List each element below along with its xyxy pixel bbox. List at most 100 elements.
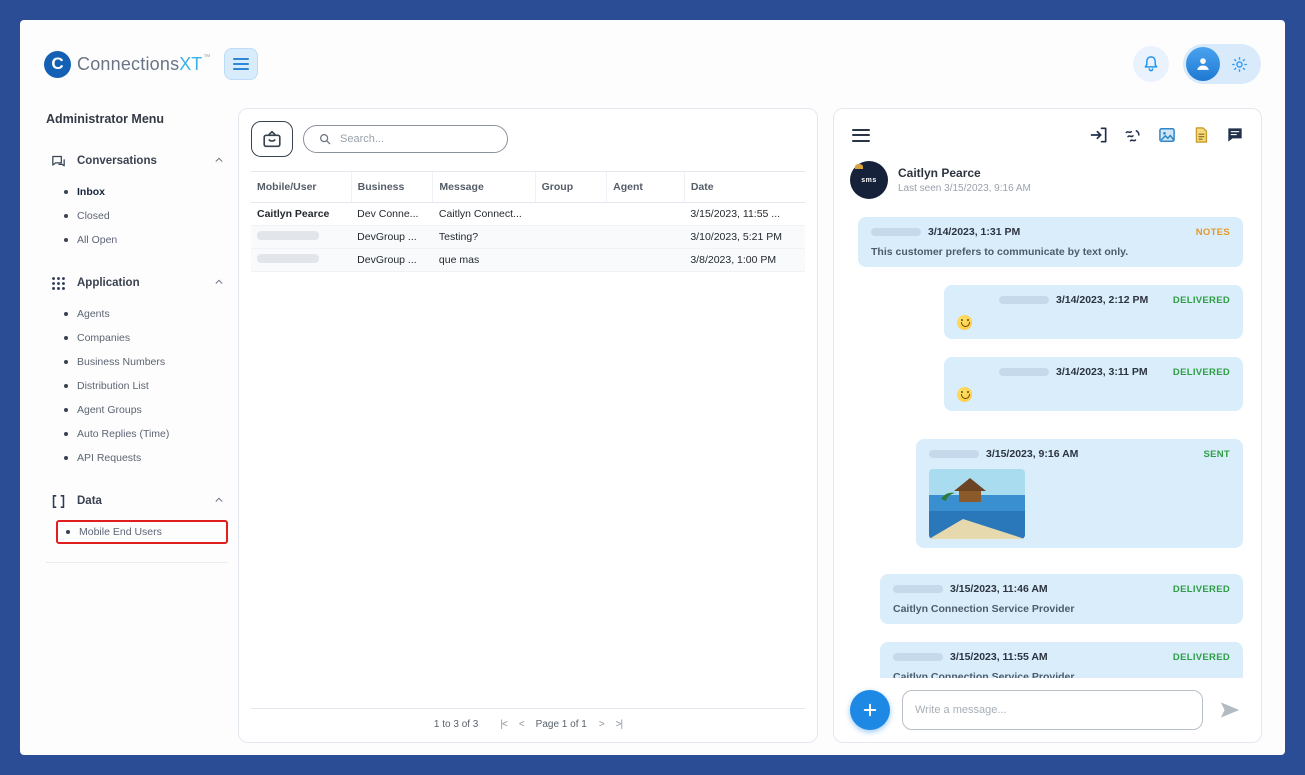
table-row[interactable]: DevGroup ... Testing? 3/10/2023, 5:21 PM <box>251 225 805 249</box>
message-status: NOTES <box>1195 226 1230 238</box>
sidebar: Administrator Menu Conversations Inbox C… <box>20 108 238 743</box>
column-header[interactable]: Mobile/User <box>251 171 352 203</box>
sidebar-item-label: Auto Replies (Time) <box>77 428 170 440</box>
section-label: Application <box>77 277 140 289</box>
table-row[interactable]: Caitlyn Pearce Dev Conne... Caitlyn Conn… <box>251 202 805 226</box>
section-header-application[interactable]: Application <box>46 266 228 300</box>
chat-bubble-icon[interactable] <box>1225 125 1245 145</box>
message-time: 3/14/2023, 1:31 PM <box>928 226 1021 238</box>
section-header-conversations[interactable]: Conversations <box>46 144 228 178</box>
cell-group <box>535 225 607 249</box>
sidebar-title: Administrator Menu <box>46 112 165 126</box>
last-page-button[interactable]: >| <box>616 719 624 730</box>
message-composer <box>850 678 1245 730</box>
redacted-phone <box>999 296 1049 304</box>
grid-icon <box>50 275 67 292</box>
search-input[interactable] <box>340 133 493 145</box>
avatar <box>1186 47 1220 81</box>
message-bubble: 3/15/2023, 9:16 AM SENT <box>916 439 1243 548</box>
table-row[interactable]: DevGroup ... que mas 3/8/2023, 1:00 PM <box>251 248 805 272</box>
sidebar-item-label: Mobile End Users <box>79 526 162 538</box>
message-text: Caitlyn Connection Service Provider <box>893 603 1075 615</box>
signal-waves-icon[interactable] <box>1123 125 1143 145</box>
sidebar-item-all-open[interactable]: All Open <box>60 228 228 252</box>
notes-document-icon[interactable] <box>1191 125 1211 145</box>
prev-page-button[interactable]: < <box>519 719 525 730</box>
message-time: 3/15/2023, 11:55 AM <box>950 651 1048 663</box>
tv-antenna-button[interactable] <box>251 121 293 157</box>
section-header-data[interactable]: Data <box>46 484 228 518</box>
cell-agent <box>606 248 685 272</box>
sidebar-item-label: Business Numbers <box>77 356 166 368</box>
message-time: 3/14/2023, 3:11 PM <box>1056 366 1148 378</box>
section-label: Conversations <box>77 155 157 167</box>
cell-mobile-user <box>251 248 352 272</box>
app-window: C ConnectionsXT™ Administrator Menu Conv… <box>20 20 1285 755</box>
sidebar-item-auto-replies[interactable]: Auto Replies (Time) <box>60 422 228 446</box>
column-header[interactable]: Business <box>350 171 433 203</box>
user-menu[interactable] <box>1183 44 1261 84</box>
sidebar-item-label: Distribution List <box>77 380 149 392</box>
contact-last-seen: Last seen 3/15/2023, 9:16 AM <box>898 183 1031 194</box>
sidebar-item-companies[interactable]: Companies <box>60 326 228 350</box>
brand-trademark: ™ <box>203 53 211 61</box>
brand-logo: C ConnectionsXT™ <box>44 50 211 78</box>
cell-business: DevGroup ... <box>351 248 433 272</box>
cell-mobile-user: Caitlyn Pearce <box>251 202 352 226</box>
next-page-button[interactable]: > <box>599 719 605 730</box>
add-attachment-button[interactable] <box>850 690 890 730</box>
column-header[interactable]: Agent <box>606 171 685 203</box>
sidebar-item-closed[interactable]: Closed <box>60 204 228 228</box>
section-conversations: Conversations Inbox Closed All Open <box>46 144 228 260</box>
pagination-page: Page 1 of 1 <box>535 719 587 730</box>
redacted-phone <box>257 231 319 240</box>
bullet-icon <box>64 190 68 194</box>
message-input[interactable] <box>902 690 1203 730</box>
sidebar-item-api-requests[interactable]: API Requests <box>60 446 228 470</box>
column-header[interactable]: Date <box>683 171 805 203</box>
message-time: 3/15/2023, 9:16 AM <box>986 448 1079 460</box>
exit-conversation-icon[interactable] <box>1089 125 1109 145</box>
message-bubble: 3/15/2023, 11:55 AM DELIVERED Caitlyn Co… <box>880 642 1243 678</box>
cell-message: Testing? <box>432 225 536 249</box>
sidebar-item-agent-groups[interactable]: Agent Groups <box>60 398 228 422</box>
sidebar-item-mobile-end-users[interactable]: Mobile End Users <box>56 520 228 544</box>
search-box[interactable] <box>303 125 508 153</box>
message-status: DELIVERED <box>1172 366 1230 378</box>
column-header[interactable]: Group <box>534 171 607 203</box>
sidebar-item-agents[interactable]: Agents <box>60 302 228 326</box>
gear-icon[interactable] <box>1230 55 1249 74</box>
send-button[interactable] <box>1215 695 1245 725</box>
contact-avatar: sms <box>850 161 888 199</box>
sidebar-item-label: Closed <box>77 210 110 222</box>
first-page-button[interactable]: |< <box>500 719 508 730</box>
chevron-up-icon <box>214 274 224 292</box>
gallery-icon[interactable] <box>1157 125 1177 145</box>
message-text: Caitlyn Connection Service Provider <box>893 671 1075 678</box>
column-header[interactable]: Message <box>432 171 536 203</box>
bullet-icon <box>64 214 68 218</box>
message-bubble: 3/14/2023, 3:11 PM DELIVERED <box>944 357 1243 411</box>
sidebar-item-business-numbers[interactable]: Business Numbers <box>60 350 228 374</box>
sidebar-item-label: Inbox <box>77 186 105 198</box>
contact-header: sms Caitlyn Pearce Last seen 3/15/2023, … <box>850 161 1245 199</box>
redacted-phone <box>999 368 1049 376</box>
notifications-button[interactable] <box>1133 46 1169 82</box>
smiley-emoji <box>957 315 972 330</box>
beach-photo-attachment[interactable] <box>929 469 1025 539</box>
message-time: 3/15/2023, 11:46 AM <box>950 583 1048 595</box>
sidebar-item-inbox[interactable]: Inbox <box>60 180 228 204</box>
cell-group <box>535 202 607 226</box>
redacted-phone <box>929 450 979 458</box>
chat-menu-button[interactable] <box>850 127 872 144</box>
cell-agent <box>606 225 685 249</box>
message-status: DELIVERED <box>1172 294 1230 306</box>
sidebar-toggle-button[interactable] <box>224 48 259 80</box>
message-list: 3/14/2023, 1:31 PM NOTES This customer p… <box>850 217 1245 678</box>
cell-mobile-user <box>251 225 352 249</box>
bullet-icon <box>64 408 68 412</box>
message-bubble: 3/14/2023, 1:31 PM NOTES This customer p… <box>858 217 1243 267</box>
cell-agent <box>606 202 685 226</box>
section-application: Application Agents Companies Business Nu… <box>46 266 228 478</box>
sidebar-item-distribution-list[interactable]: Distribution List <box>60 374 228 398</box>
